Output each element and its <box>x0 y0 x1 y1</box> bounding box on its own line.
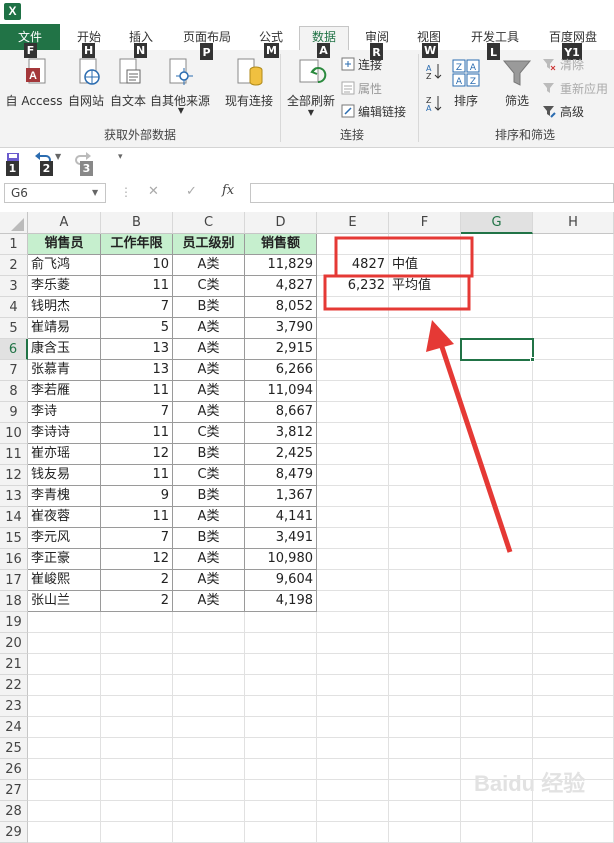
watermark: Baidu 经验 <box>474 771 586 796</box>
annotation-arrow-head <box>426 320 454 352</box>
annotation-arrow-shaft <box>436 337 513 553</box>
annotation-overlay <box>323 236 513 553</box>
annotation-box-mean <box>323 274 471 311</box>
annotation-box-median <box>334 236 474 278</box>
